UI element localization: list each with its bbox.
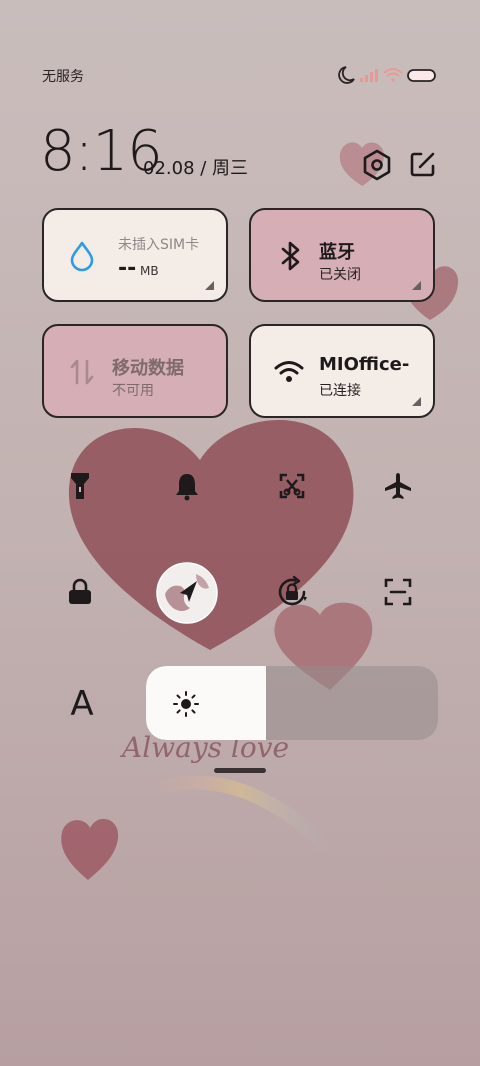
expand-corner: [412, 397, 421, 406]
location-icon: [156, 562, 218, 624]
data-usage-tile[interactable]: 未插入SIM卡 -- MB: [42, 208, 228, 302]
screenshot-toggle[interactable]: [268, 462, 316, 510]
sound-toggle[interactable]: [163, 462, 211, 510]
carrier-label: 无服务: [42, 69, 84, 85]
data-usage-label: 未插入SIM卡: [118, 237, 200, 253]
edit-button[interactable]: [407, 148, 439, 180]
flashlight-icon: [71, 473, 89, 499]
mobile-data-status: 不可用: [112, 383, 154, 399]
data-usage-value: --: [118, 256, 137, 281]
airplane-toggle[interactable]: [374, 462, 422, 510]
expand-corner: [412, 281, 421, 290]
clock-date: 02.08 / 周三: [143, 158, 249, 179]
edit-icon: [410, 152, 435, 177]
bluetooth-tile[interactable]: 蓝牙 已关闭: [249, 208, 435, 302]
mobile-data-title: 移动数据: [112, 358, 184, 379]
settings-button[interactable]: [360, 148, 394, 182]
moon-icon: [338, 66, 355, 84]
bluetooth-title: 蓝牙: [319, 242, 355, 263]
data-usage-unit: MB: [140, 264, 159, 278]
expand-corner: [205, 281, 214, 290]
mobile-data-tile[interactable]: 移动数据 不可用: [42, 324, 228, 418]
arrows-updown-icon: [66, 356, 98, 388]
location-toggle[interactable]: [156, 562, 218, 624]
droplet-icon: [66, 240, 98, 272]
settings-icon: [363, 149, 391, 181]
lock-icon: [69, 578, 91, 604]
battery-icon: [407, 69, 436, 82]
lock-screen-toggle[interactable]: [56, 568, 104, 616]
brightness-fill: [146, 666, 266, 740]
wifi-icon: [273, 356, 305, 388]
scan-icon: [384, 578, 412, 606]
bluetooth-icon: [277, 240, 309, 272]
wifi-icon: [383, 68, 403, 82]
brightness-slider[interactable]: [146, 666, 438, 740]
flashlight-toggle[interactable]: [56, 462, 104, 510]
screenshot-icon: [279, 473, 305, 499]
wifi-status: 已连接: [319, 383, 361, 399]
rotation-lock-toggle[interactable]: [268, 568, 316, 616]
bluetooth-status: 已关闭: [319, 267, 361, 283]
signal-icon: [360, 69, 378, 82]
panel-drag-handle[interactable]: [214, 768, 266, 773]
scanner-toggle[interactable]: [374, 568, 422, 616]
wifi-network-name: MIOffice-: [319, 354, 410, 375]
wifi-tile[interactable]: MIOffice- 已连接: [249, 324, 435, 418]
bell-icon: [176, 474, 198, 501]
rotation-lock-icon: [278, 575, 307, 606]
status-icons: [336, 64, 440, 86]
font-size-button[interactable]: A: [60, 684, 104, 724]
sun-icon: [172, 690, 200, 718]
airplane-icon: [385, 473, 411, 499]
